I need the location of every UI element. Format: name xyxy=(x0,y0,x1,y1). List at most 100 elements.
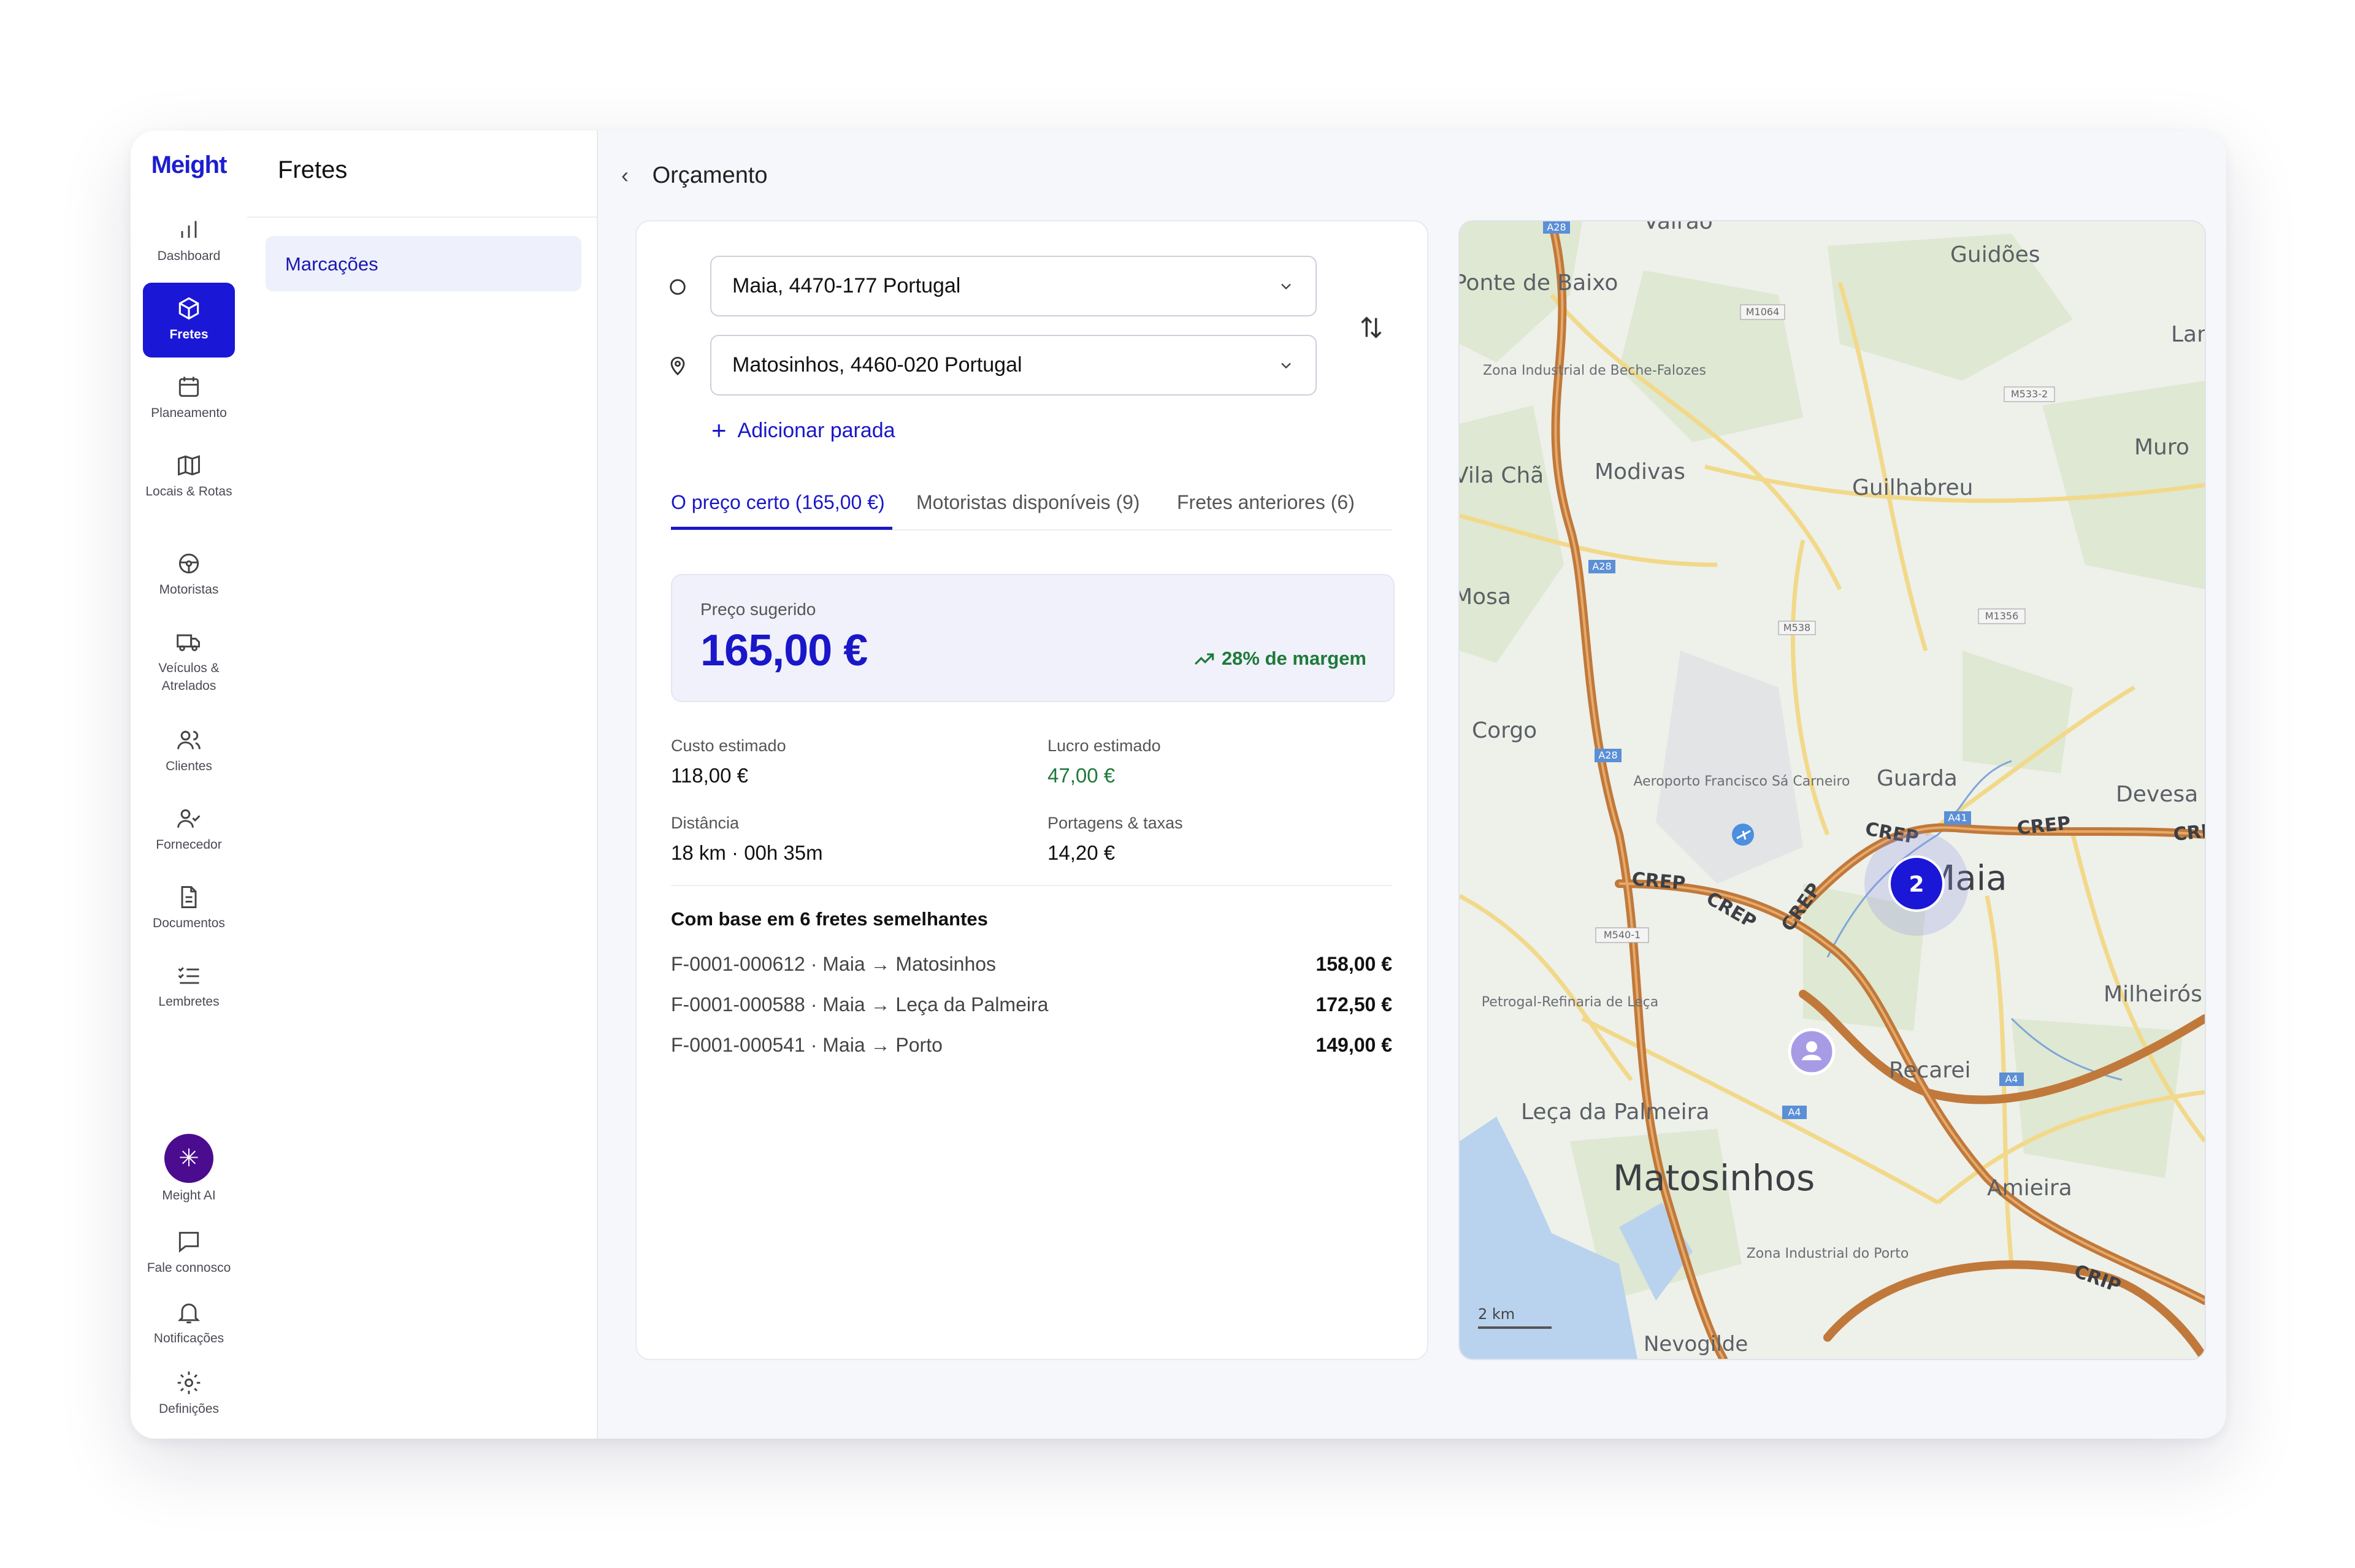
plus-icon: + xyxy=(711,416,727,445)
nav-label: Dashboard xyxy=(157,249,221,263)
map-scale-label: 2 km xyxy=(1478,1306,1515,1323)
road-shield-label: A28 xyxy=(1598,749,1617,761)
chevron-down-icon xyxy=(1281,283,1291,290)
trending-up-icon xyxy=(1194,653,1214,665)
stat-lucro: Lucro estimado 47,00 € xyxy=(1047,736,1161,787)
road-shield-label: M540-1 xyxy=(1604,929,1641,941)
divider xyxy=(247,216,597,218)
price-value: 165,00 € xyxy=(700,626,868,675)
tab-motoristas[interactable]: Motoristas disponíveis (9) xyxy=(916,491,1140,514)
nav-item-planeamento[interactable]: Planeamento xyxy=(143,373,235,422)
cluster-count: 2 xyxy=(1909,872,1924,897)
sub-nav-item-marcacoes[interactable]: Marcações xyxy=(266,236,581,291)
destination-select[interactable]: Matosinhos, 4460-020 Portugal xyxy=(710,335,1317,396)
nav-label: Locais & Rotas xyxy=(145,484,232,499)
nav-label: Clientes xyxy=(166,759,212,773)
nav-label: Notificações xyxy=(153,1331,224,1345)
nav-item-meight-ai[interactable]: ✳ Meight AI xyxy=(143,1134,235,1204)
stat-label: Portagens & taxas xyxy=(1047,814,1183,832)
swap-arrows-icon[interactable] xyxy=(1357,313,1385,342)
similar-amount: 172,50 € xyxy=(1315,993,1392,1015)
nav-item-motoristas[interactable]: Motoristas xyxy=(143,550,235,599)
nav-item-veiculos[interactable]: Veículos & Atrelados xyxy=(143,629,235,695)
nav-label: Lembretes xyxy=(158,995,220,1009)
map-icon xyxy=(178,455,200,476)
road-shield-label: M1064 xyxy=(1746,306,1780,318)
road-shield-label: M533-2 xyxy=(2011,388,2048,400)
map-label: Modivas xyxy=(1595,459,1685,484)
tab-fretes-anteriores[interactable]: Fretes anteriores (6) xyxy=(1177,491,1355,514)
map-label: Aeroporto Francisco Sá Carneiro xyxy=(1633,774,1850,789)
nav-item-documentos[interactable]: Documentos xyxy=(143,884,235,932)
sub-nav-label: Marcações xyxy=(285,253,378,275)
route-map[interactable]: Vairão Guidões Ponte de Baixo Lan Muro V… xyxy=(1458,220,2206,1360)
map-label: Guarda xyxy=(1877,766,1958,791)
map-label-matosinhos: Matosinhos xyxy=(1613,1157,1815,1199)
stat-value: 47,00 € xyxy=(1047,764,1116,787)
nav-item-clientes[interactable]: Clientes xyxy=(143,727,235,775)
destination-pin-icon xyxy=(670,356,685,376)
page-title: Orçamento xyxy=(652,163,768,188)
page-header: ‹ Orçamento xyxy=(621,163,768,189)
nav-item-dashboard[interactable]: Dashboard xyxy=(143,216,235,265)
similar-row[interactable]: F-0001-000588 · Maia → Leça da Palmeira … xyxy=(671,993,1392,1016)
nav-item-notificacoes[interactable]: Notificações xyxy=(143,1299,235,1347)
map-label: Mosa xyxy=(1460,584,1511,610)
map-label: Nevogilde xyxy=(1644,1332,1748,1356)
nav-item-definicoes[interactable]: Definições xyxy=(143,1369,235,1418)
similar-ref: F-0001-000612 · Maia → Matosinhos xyxy=(671,953,997,975)
map-label: Ponte de Baixo xyxy=(1460,270,1618,296)
origin-select[interactable]: Maia, 4470-177 Portugal xyxy=(710,256,1317,316)
back-chevron-icon[interactable]: ‹ xyxy=(621,163,646,188)
nav-item-fale-connosco[interactable]: Fale connosco xyxy=(143,1228,235,1277)
stat-label: Custo estimado xyxy=(671,736,786,755)
steering-wheel-icon xyxy=(178,553,199,574)
divider xyxy=(671,885,1392,886)
chat-icon xyxy=(178,1231,199,1253)
map-label: Guilhabreu xyxy=(1852,475,1973,500)
document-icon xyxy=(181,886,197,908)
road-shield-label: M1356 xyxy=(1985,610,2019,622)
tab-preco-certo[interactable]: O preço certo (165,00 €) xyxy=(671,491,885,514)
map-land xyxy=(1460,221,2205,1359)
nav-item-fretes[interactable]: Fretes xyxy=(143,283,235,358)
map-label: Lan xyxy=(2171,322,2205,347)
nav-label: Veículos & Atrelados xyxy=(158,661,220,693)
stat-portagens: Portagens & taxas 14,20 € xyxy=(1047,814,1183,865)
nav-rail: Meight Dashboard Fretes Planeamento Loca… xyxy=(131,131,248,1439)
similar-row[interactable]: F-0001-000541 · Maia → Porto 149,00 € xyxy=(671,1034,1392,1057)
nav-label: Planeamento xyxy=(151,406,227,420)
nav-item-fornecedor[interactable]: Fornecedor xyxy=(143,805,235,854)
similar-row[interactable]: F-0001-000612 · Maia → Matosinhos 158,00… xyxy=(671,953,1392,976)
add-stop-button[interactable]: + Adicionar parada xyxy=(711,416,895,445)
map-label: Vairão xyxy=(1644,221,1713,234)
bar-chart-icon xyxy=(181,221,197,238)
app-logo[interactable]: Meight xyxy=(131,151,247,179)
truck-icon xyxy=(177,634,200,651)
map-label: Milheirós xyxy=(2104,982,2202,1007)
map-label: Devesa xyxy=(2116,782,2198,807)
map-label: Leça da Palmeira xyxy=(1521,1100,1709,1125)
stat-custo: Custo estimado 118,00 € xyxy=(671,736,786,787)
nav-label: Definições xyxy=(158,1402,220,1416)
panel-title: Fretes xyxy=(278,156,348,183)
map-label: Muro xyxy=(2134,435,2189,460)
stat-label: Lucro estimado xyxy=(1047,736,1161,755)
map-label: Zona Industrial de Beche-Falozes xyxy=(1483,363,1706,378)
map-label: Corgo xyxy=(1472,718,1537,743)
add-stop-label: Adicionar parada xyxy=(737,419,895,442)
road-shield-label: A41 xyxy=(1948,812,1967,824)
checklist-icon xyxy=(178,967,199,984)
map-canvas: Vairão Guidões Ponte de Baixo Lan Muro V… xyxy=(1460,221,2205,1359)
similar-title: Com base em 6 fretes semelhantes xyxy=(671,908,988,930)
map-label: Amieira xyxy=(1987,1176,2072,1201)
similar-ref: F-0001-000588 · Maia → Leça da Palmeira xyxy=(671,993,1049,1015)
bell-icon xyxy=(177,1303,201,1323)
similar-amount: 158,00 € xyxy=(1315,953,1392,975)
nav-item-lembretes[interactable]: Lembretes xyxy=(143,962,235,1011)
stat-label: Distância xyxy=(671,814,740,832)
nav-item-locais-rotas[interactable]: Locais & Rotas xyxy=(143,452,235,500)
margin-text: 28% de margem xyxy=(1221,648,1366,669)
road-shield-label: A28 xyxy=(1592,560,1611,572)
margin-badge: 28% de margem xyxy=(1193,648,1366,670)
